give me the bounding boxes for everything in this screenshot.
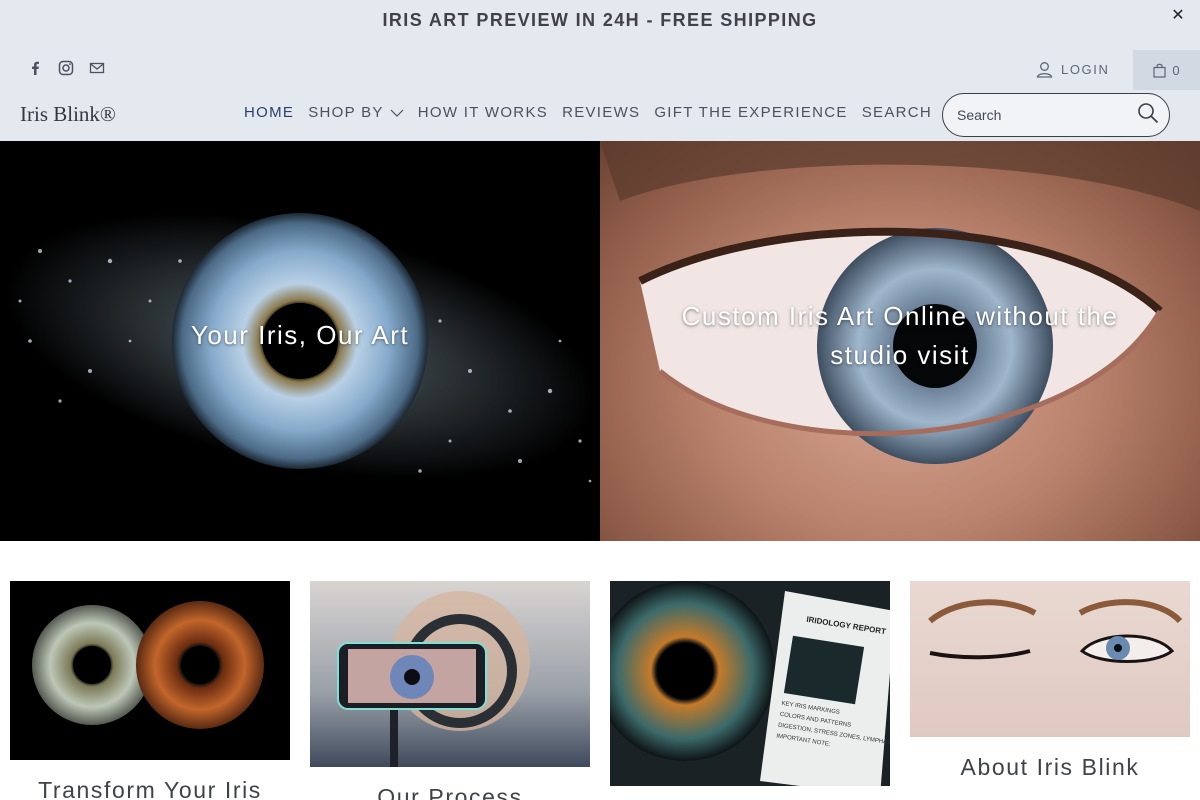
card-title: Transform Your Iris	[38, 777, 262, 800]
nav-label: REVIEWS	[562, 104, 641, 121]
card-image	[10, 581, 290, 760]
hero-caption-left: Your Iris, Our Art	[190, 320, 410, 350]
search-input[interactable]	[957, 104, 1127, 126]
chevron-down-icon	[390, 109, 404, 117]
announcement-bar: IRIS ART PREVIEW IN 24H - FREE SHIPPING …	[0, 0, 1200, 40]
instagram-link[interactable]	[57, 60, 74, 77]
close-announcement-button[interactable]: ✕	[1166, 6, 1190, 30]
nav-item-how-it-works[interactable]: HOW IT WORKS	[418, 104, 548, 121]
email-icon	[89, 62, 104, 74]
nav-item-home[interactable]: HOME	[244, 104, 294, 121]
nav-label: SHOP BY	[308, 104, 384, 121]
card-about-iris-blink[interactable]: About Iris Blink	[910, 581, 1190, 780]
facebook-icon	[31, 61, 39, 75]
search-icon	[1138, 103, 1159, 124]
nav-item-reviews[interactable]: REVIEWS	[562, 104, 640, 121]
nav-label: SEARCH	[861, 104, 933, 121]
hero-caption-right: Custom Iris Art Online without the studi…	[681, 301, 1119, 370]
login-label: LOGIN	[1061, 61, 1110, 77]
report-iris-thumbnail	[783, 635, 865, 705]
cart-count: 0	[1172, 62, 1180, 78]
site-header: LOGIN 0 Iris Blink® HOME SHOP BY HOW IT …	[0, 40, 1200, 141]
social-links	[26, 58, 105, 78]
card-image: IRIDOLOGY REPORT KEY IRIS MARKINGS COLOR…	[610, 581, 890, 786]
two-irises-image	[32, 601, 264, 729]
nav-label: HOME	[244, 104, 295, 121]
hero-banner-right[interactable]: Custom Iris Art Online without the studi…	[600, 141, 1200, 541]
site-logo[interactable]: Iris Blink®	[20, 102, 116, 127]
card-title: Our Process	[377, 784, 523, 800]
email-link[interactable]	[88, 60, 105, 77]
cart-button[interactable]: 0	[1133, 50, 1200, 90]
phone-eye-photo-image	[337, 591, 530, 767]
instagram-icon	[58, 60, 73, 76]
facebook-link[interactable]	[26, 60, 43, 77]
nav-item-shop-by[interactable]: SHOP BY	[308, 104, 404, 121]
card-title: About Iris Blink	[960, 754, 1140, 780]
card-iridology-report[interactable]: IRIDOLOGY REPORT KEY IRIS MARKINGS COLOR…	[610, 581, 890, 786]
card-transform-your-iris[interactable]: Transform Your Iris	[10, 581, 290, 800]
shopping-bag-icon	[1153, 63, 1166, 78]
nav-item-gift-the-experience[interactable]: GIFT THE EXPERIENCE	[654, 104, 847, 121]
card-image	[310, 581, 590, 767]
hero-banner-left[interactable]: Your Iris, Our Art	[0, 141, 600, 541]
card-image	[910, 581, 1190, 737]
announcement-text: IRIS ART PREVIEW IN 24H - FREE SHIPPING	[382, 10, 818, 30]
search-box	[942, 93, 1170, 137]
nav-item-search[interactable]: SEARCH	[862, 104, 932, 121]
nav-label: HOW IT WORKS	[417, 104, 549, 121]
login-link[interactable]: LOGIN	[1036, 58, 1109, 80]
nav-label: GIFT THE EXPERIENCE	[654, 104, 848, 121]
user-icon	[1036, 61, 1053, 78]
search-button[interactable]	[1137, 102, 1161, 126]
close-icon: ✕	[1171, 7, 1185, 24]
card-our-process[interactable]: Our Process	[310, 581, 590, 800]
main-nav: HOME SHOP BY HOW IT WORKS REVIEWS GIFT T…	[244, 104, 932, 121]
winking-face-image	[928, 599, 1183, 663]
